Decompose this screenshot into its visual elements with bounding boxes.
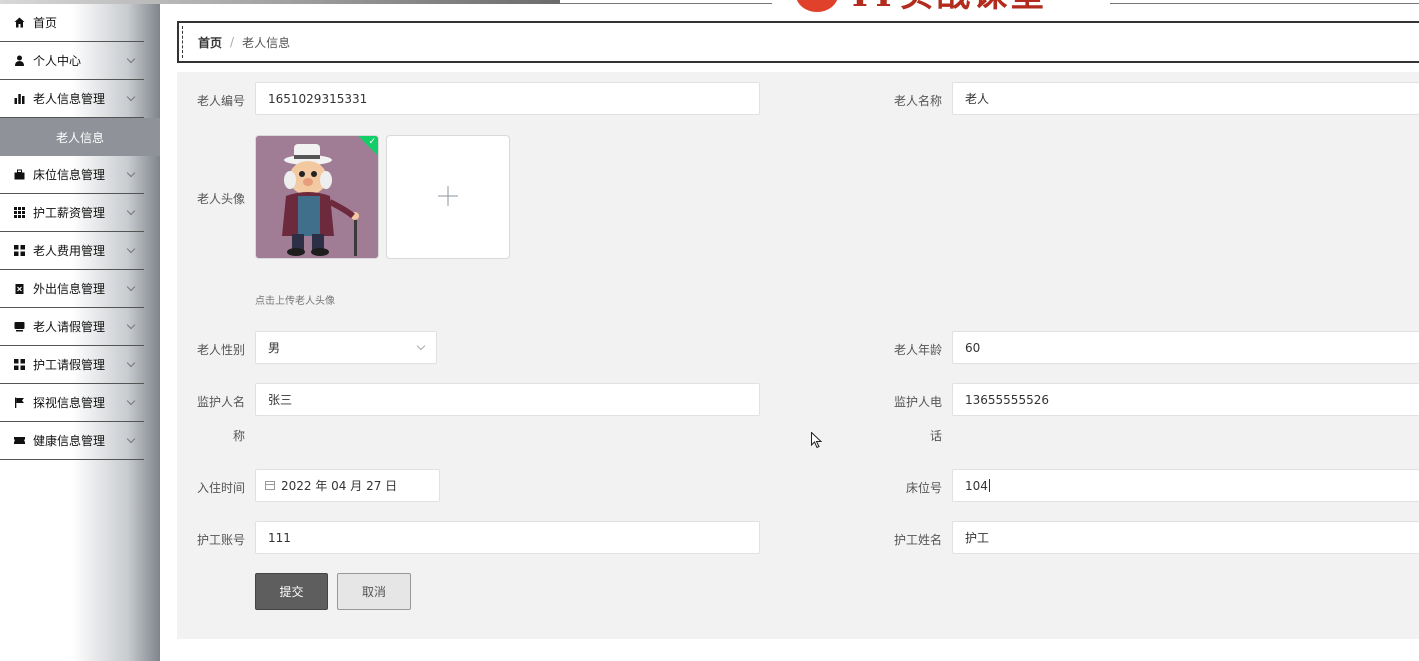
breadcrumb: 首页 / 老人信息 [177, 21, 1419, 63]
bed-no-input[interactable]: 104 [952, 469, 1419, 502]
sidebar-item-nurse-salary-mgmt[interactable]: 护工薪资管理 [0, 194, 144, 232]
bed-no-label: 床位号 [906, 481, 943, 495]
sidebar-item-visit-mgmt[interactable]: 探视信息管理 [0, 384, 144, 422]
home-icon [13, 17, 25, 29]
apps-icon [13, 359, 25, 371]
checkin-date-picker[interactable]: 2022 年 04 月 27 日 [255, 469, 440, 502]
guardian-name-input[interactable]: 张三 [255, 383, 760, 416]
plus-icon [437, 185, 459, 210]
sidebar-item-health-mgmt[interactable]: 健康信息管理 [0, 422, 144, 460]
grid-icon [13, 207, 25, 219]
guardian-phone-input[interactable]: 13655555526 [952, 383, 1419, 416]
inbox-icon [13, 321, 25, 333]
chevron-down-icon [126, 358, 136, 368]
sidebar-item-label: 老人请假管理 [33, 320, 106, 334]
mouse-cursor-icon [811, 431, 823, 452]
breadcrumb-separator: / [230, 35, 235, 49]
chevron-down-icon [126, 282, 136, 292]
chevron-down-icon [126, 320, 136, 330]
chevron-down-icon [126, 434, 136, 444]
guardian-phone-label-line2: 话 [930, 429, 943, 443]
sidebar-item-nurse-leave-mgmt[interactable]: 护工请假管理 [0, 346, 144, 384]
sidebar-item-label: 床位信息管理 [33, 168, 106, 182]
apps-icon [13, 245, 25, 257]
chevron-down-icon [126, 396, 136, 406]
sidebar-item-label: 探视信息管理 [33, 396, 106, 410]
gender-select-value: 男 [268, 341, 281, 355]
sidebar-item-bed-mgmt[interactable]: 床位信息管理 [0, 156, 144, 194]
sidebar-subitem-elder-info[interactable]: 老人信息 [0, 118, 160, 156]
chevron-down-icon [126, 54, 136, 64]
avatar-preview[interactable]: ✓ [255, 135, 379, 259]
elder-name-label: 老人名称 [894, 94, 943, 108]
bar-chart-icon [13, 93, 25, 105]
nurse-name-input[interactable]: 护工 [952, 521, 1419, 554]
calendar-icon [265, 481, 275, 490]
briefcase-icon [13, 169, 25, 181]
elder-info-form: 老人编号 1651029315331 老人名称 老人 老人头像 ✓ 点击上传老人… [177, 72, 1419, 639]
guardian-name-label: 监护人名 [197, 395, 246, 409]
banner-line-right [1110, 3, 1419, 4]
sidebar-item-label: 老人信息管理 [33, 92, 106, 106]
elder-id-label: 老人编号 [197, 94, 246, 108]
brand-text: IT实战课堂 [852, 0, 1047, 12]
chevron-down-icon [126, 244, 136, 254]
breadcrumb-current: 老人信息 [242, 35, 291, 50]
checkin-date-label: 入住时间 [197, 481, 246, 495]
sidebar-item-label: 护工请假管理 [33, 358, 106, 372]
gender-select[interactable]: 男 [255, 331, 437, 364]
sidebar-item-elder-fee-mgmt[interactable]: 老人费用管理 [0, 232, 144, 270]
sidebar-item-label: 护工薪资管理 [33, 206, 106, 220]
nurse-account-label: 护工账号 [197, 533, 246, 547]
sidebar-item-label: 首页 [33, 16, 58, 30]
chevron-down-icon [416, 341, 426, 351]
sidebar-item-outing-mgmt[interactable]: 外出信息管理 [0, 270, 144, 308]
nurse-account-input[interactable]: 111 [255, 521, 760, 554]
brand-logo-icon [796, 0, 838, 12]
age-label: 老人年龄 [894, 343, 943, 357]
sidebar-item-label: 个人中心 [33, 54, 82, 68]
top-banner [0, 0, 1419, 6]
ticket-icon [13, 435, 25, 447]
sidebar: 首页 个人中心 老人信息管理 老人信息 床位信息管理 护工薪资管理 老人费用管理 [0, 4, 160, 661]
sidebar-item-elder-leave-mgmt[interactable]: 老人请假管理 [0, 308, 144, 346]
sidebar-item-label: 老人费用管理 [33, 244, 106, 258]
banner-line-left [560, 3, 772, 4]
avatar-label: 老人头像 [197, 192, 246, 206]
brand-logo: IT实战课堂 [796, 0, 1047, 12]
guardian-phone-label: 监护人电 [894, 395, 943, 409]
clipboard-icon [13, 283, 25, 295]
elder-id-input[interactable]: 1651029315331 [255, 82, 760, 115]
chevron-down-icon [126, 168, 136, 178]
chevron-down-icon [126, 206, 136, 216]
age-input[interactable]: 60 [952, 331, 1419, 364]
cancel-button[interactable]: 取消 [337, 573, 411, 610]
elder-name-input[interactable]: 老人 [952, 82, 1419, 115]
avatar-upload-hint: 点击上传老人头像 [255, 296, 335, 307]
bed-no-value: 104 [965, 478, 988, 493]
sidebar-item-home[interactable]: 首页 [0, 4, 144, 42]
submit-button[interactable]: 提交 [255, 573, 328, 610]
check-icon: ✓ [368, 137, 376, 147]
breadcrumb-home-link[interactable]: 首页 [198, 34, 222, 51]
sidebar-item-personal-center[interactable]: 个人中心 [0, 42, 144, 80]
gender-label: 老人性别 [197, 343, 246, 357]
user-icon [13, 55, 25, 67]
nurse-name-label: 护工姓名 [894, 533, 943, 547]
checkin-date-value: 2022 年 04 月 27 日 [281, 479, 398, 493]
sidebar-item-label: 外出信息管理 [33, 282, 106, 296]
text-caret [988, 479, 990, 492]
sidebar-item-elder-info-mgmt[interactable]: 老人信息管理 [0, 80, 144, 118]
chevron-down-icon [126, 92, 136, 102]
sidebar-item-label: 健康信息管理 [33, 434, 106, 448]
flag-icon [13, 397, 25, 409]
guardian-name-label-line2: 称 [233, 429, 246, 443]
upload-avatar-button[interactable] [386, 135, 510, 259]
elder-avatar-image [256, 136, 378, 258]
